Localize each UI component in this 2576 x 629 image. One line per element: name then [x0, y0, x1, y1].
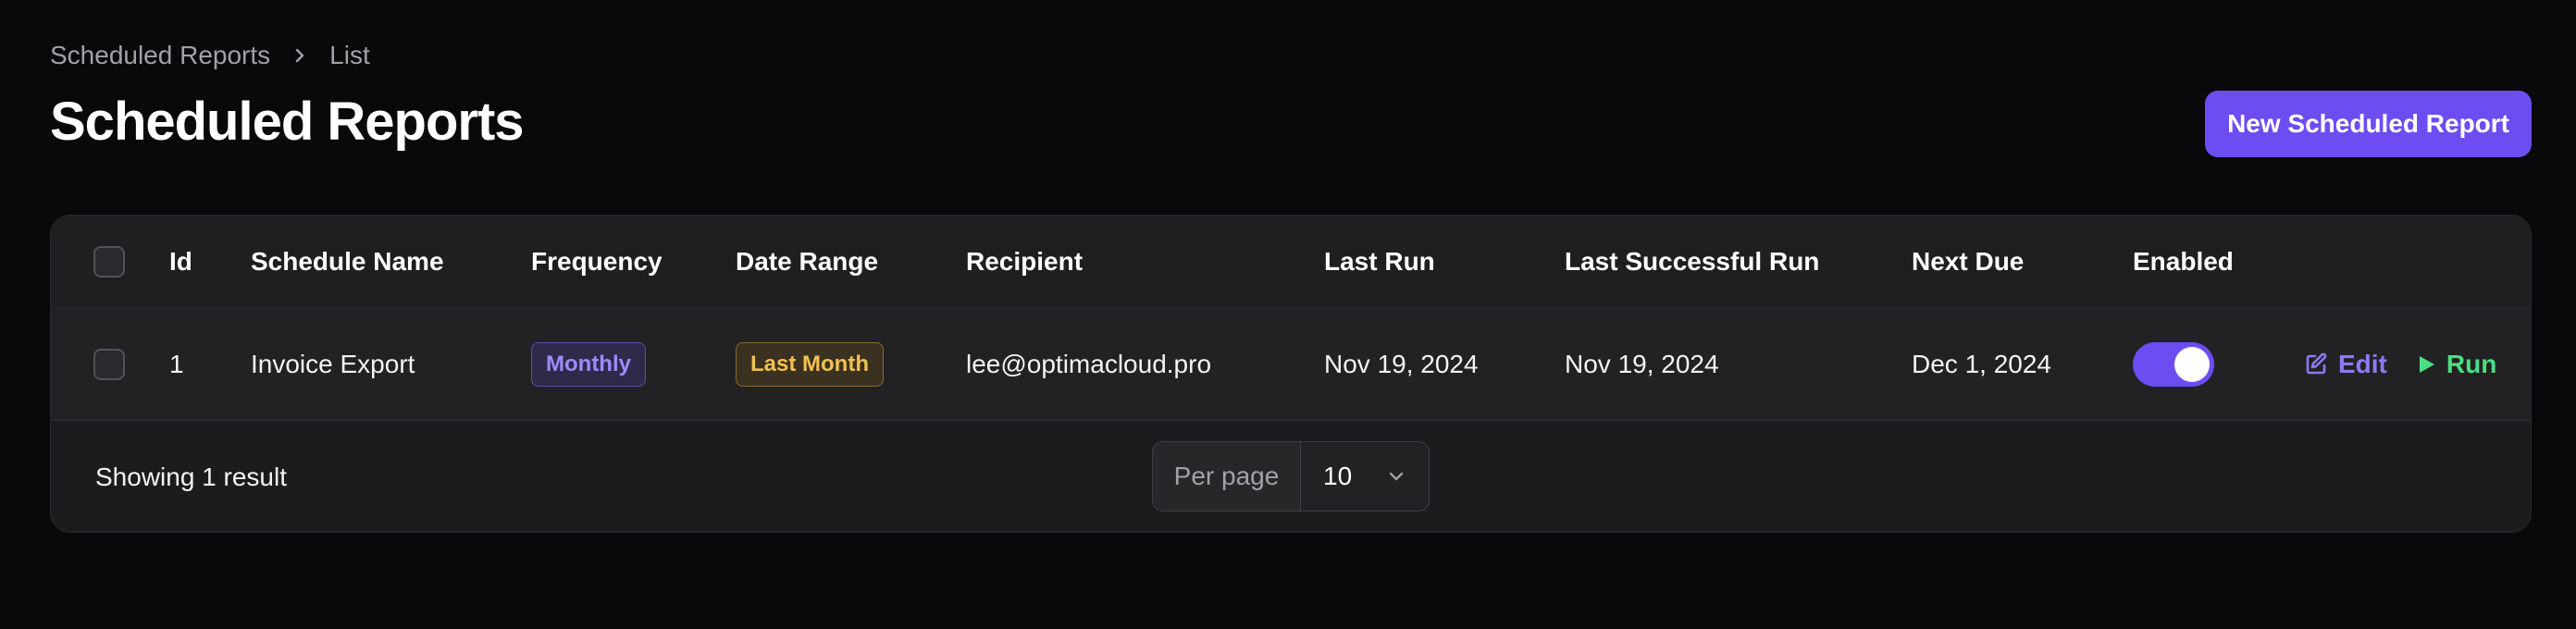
cell-last-successful-run: Nov 19, 2024 — [1565, 349, 1719, 378]
column-header-schedule-name[interactable]: Schedule Name — [251, 216, 444, 307]
cell-actions: Edit Run — [2303, 308, 2496, 420]
edit-action[interactable]: Edit — [2303, 350, 2387, 379]
cell-date-range: Last Month — [736, 308, 884, 420]
cell-id: 1 — [169, 349, 184, 378]
breadcrumb: Scheduled Reports List — [50, 41, 370, 70]
enabled-toggle[interactable] — [2133, 341, 2214, 387]
edit-icon — [2303, 352, 2329, 377]
breadcrumb-item-scheduled-reports[interactable]: Scheduled Reports — [50, 41, 270, 70]
column-header-date-range[interactable]: Date Range — [736, 216, 878, 307]
cell-frequency: Monthly — [531, 308, 646, 420]
per-page-control: Per page 10 — [1152, 441, 1430, 512]
table-footer: Showing 1 result Per page 10 — [51, 421, 2531, 532]
run-action[interactable]: Run — [2415, 350, 2496, 379]
edit-label: Edit — [2338, 349, 2387, 378]
column-header-next-due[interactable]: Next Due — [1912, 216, 2024, 307]
select-all-checkbox[interactable] — [93, 245, 125, 278]
per-page-value: 10 — [1323, 462, 1353, 490]
page-title: Scheduled Reports — [50, 92, 525, 152]
breadcrumb-item-list: List — [329, 41, 370, 69]
run-label: Run — [2446, 349, 2497, 378]
chevron-down-icon — [1386, 466, 1406, 487]
column-header-id[interactable]: Id — [169, 216, 192, 307]
new-scheduled-report-button[interactable]: New Scheduled Report — [2205, 91, 2532, 157]
date-range-badge: Last Month — [736, 341, 884, 387]
per-page-label: Per page — [1153, 442, 1301, 511]
cell-recipient: lee@optimacloud.pro — [966, 349, 1212, 378]
cell-last-run: Nov 19, 2024 — [1324, 349, 1479, 378]
column-header-recipient[interactable]: Recipient — [966, 216, 1083, 307]
cell-enabled — [2133, 308, 2214, 420]
table-header: Id Schedule Name Frequency Date Range Re… — [51, 216, 2531, 308]
row-select-cell — [93, 308, 125, 420]
select-all-cell — [93, 216, 125, 307]
column-header-last-run[interactable]: Last Run — [1324, 216, 1435, 307]
column-header-last-successful-run[interactable]: Last Successful Run — [1565, 216, 1819, 307]
column-header-frequency[interactable]: Frequency — [531, 216, 663, 307]
chevron-right-icon — [291, 46, 309, 65]
row-checkbox[interactable] — [93, 348, 125, 380]
per-page-select[interactable]: 10 — [1301, 442, 1429, 511]
reports-table: Id Schedule Name Frequency Date Range Re… — [50, 215, 2532, 533]
results-summary: Showing 1 result — [95, 462, 288, 491]
frequency-badge: Monthly — [531, 341, 646, 387]
cell-next-due: Dec 1, 2024 — [1912, 349, 2051, 378]
scheduled-reports-page: Scheduled Reports List Scheduled Reports… — [0, 0, 2576, 629]
table-row: 1 Invoice Export Monthly Last Month lee@… — [51, 308, 2531, 421]
play-icon — [2415, 353, 2437, 376]
column-header-enabled[interactable]: Enabled — [2133, 216, 2234, 307]
toggle-knob — [2174, 346, 2210, 382]
cell-schedule-name: Invoice Export — [251, 349, 415, 378]
